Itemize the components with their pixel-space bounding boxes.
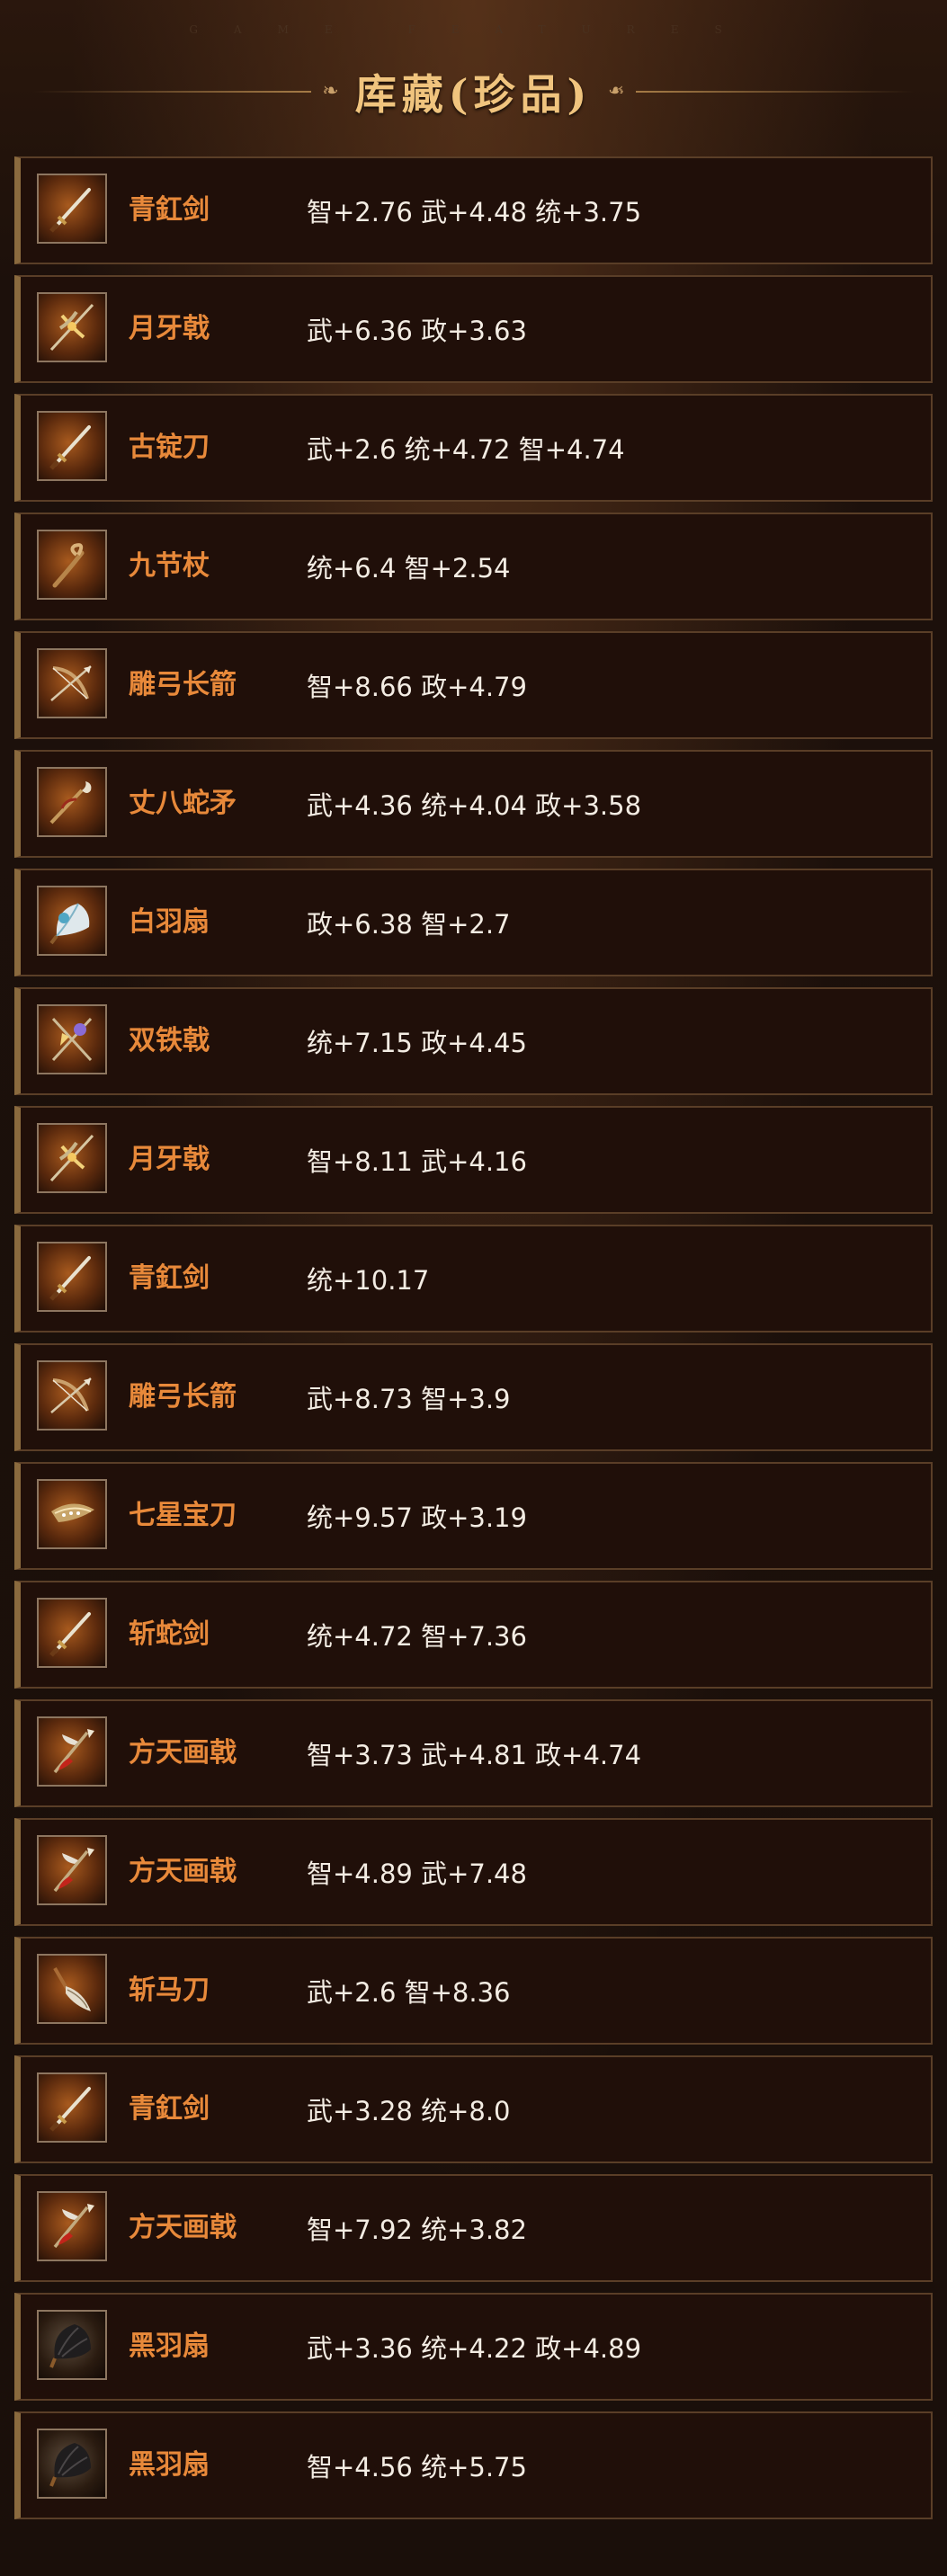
- treasure-row[interactable]: 白羽扇 政+6.38 智+2.7: [14, 869, 933, 976]
- treasure-stats: 智+4.89 武+7.48: [307, 1858, 527, 1889]
- treasure-row[interactable]: 黑羽扇 智+4.56 统+5.75: [14, 2411, 933, 2519]
- title-divider-left: [32, 91, 312, 93]
- treasure-list: 青釭剑 智+2.76 武+4.48 统+3.75 月牙戟 武+6.36 政+3.…: [14, 156, 934, 2530]
- treasure-stats: 武+6.36 政+3.63: [307, 316, 527, 346]
- header: GAME FEATURES ❧ 库藏(珍品) ❧: [0, 0, 947, 144]
- treasure-stats: 武+2.6 智+8.36: [307, 1977, 511, 2008]
- treasure-row[interactable]: 雕弓长箭 武+8.73 智+3.9: [14, 1343, 933, 1451]
- treasure-name: 七星宝刀: [129, 1500, 237, 1531]
- treasure-stats: 武+3.28 统+8.0: [307, 2096, 511, 2126]
- treasure-row[interactable]: 斩蛇剑 统+4.72 智+7.36: [14, 1581, 933, 1689]
- treasure-stats: 智+7.92 统+3.82: [307, 2215, 527, 2245]
- treasure-name: 方天画戟: [129, 2212, 237, 2243]
- treasure-row[interactable]: 青釭剑 武+3.28 统+8.0: [14, 2055, 933, 2163]
- treasure-row[interactable]: 黑羽扇 武+3.36 统+4.22 政+4.89: [14, 2293, 933, 2401]
- treasure-name: 青釭剑: [129, 2093, 210, 2125]
- sky-halberd-icon: [37, 1716, 107, 1787]
- sky-halberd-icon: [37, 1835, 107, 1905]
- treasure-stats: 智+2.76 武+4.48 统+3.75: [307, 197, 642, 227]
- treasure-stats: 智+3.73 武+4.81 政+4.74: [307, 1740, 642, 1770]
- treasure-row[interactable]: 双铁戟 统+7.15 政+4.45: [14, 987, 933, 1095]
- white-fan-icon: [37, 886, 107, 956]
- serpent-spear-icon: [37, 767, 107, 837]
- bow-icon: [37, 1360, 107, 1431]
- treasure-row[interactable]: 青釭剑 智+2.76 武+4.48 统+3.75: [14, 156, 933, 264]
- treasure-name: 斩蛇剑: [129, 1618, 210, 1650]
- crescent-halberd-icon: [37, 292, 107, 362]
- treasure-stats: 武+2.6 统+4.72 智+4.74: [307, 434, 625, 465]
- treasure-name: 双铁戟: [129, 1025, 210, 1056]
- treasure-row[interactable]: 方天画戟 智+4.89 武+7.48: [14, 1818, 933, 1926]
- header-subtitle: GAME FEATURES: [189, 23, 758, 36]
- treasure-stats: 统+4.72 智+7.36: [307, 1621, 527, 1652]
- treasure-name: 古锭刀: [129, 432, 210, 463]
- treasure-row[interactable]: 古锭刀 武+2.6 统+4.72 智+4.74: [14, 394, 933, 502]
- treasure-name: 青釭剑: [129, 194, 210, 226]
- scroll-ornament-icon: ❧: [322, 80, 339, 103]
- treasure-name: 九节杖: [129, 550, 210, 582]
- treasure-row[interactable]: 九节杖 统+6.4 智+2.54: [14, 513, 933, 620]
- black-fan-icon: [37, 2310, 107, 2380]
- seven-star-blade-icon: [37, 1479, 107, 1549]
- staff-icon: [37, 530, 107, 600]
- treasure-stats: 统+10.17: [307, 1265, 430, 1296]
- treasure-name: 斩马刀: [129, 1974, 210, 2006]
- treasure-row[interactable]: 七星宝刀 统+9.57 政+3.19: [14, 1462, 933, 1570]
- title-divider-right: [635, 91, 915, 93]
- horse-blade-icon: [37, 1954, 107, 2024]
- sword-icon: [37, 1242, 107, 1312]
- black-fan-icon: [37, 2429, 107, 2499]
- treasure-stats: 智+8.11 武+4.16: [307, 1146, 527, 1177]
- treasure-row[interactable]: 雕弓长箭 智+8.66 政+4.79: [14, 631, 933, 739]
- treasure-stats: 政+6.38 智+2.7: [307, 909, 511, 940]
- treasure-stats: 统+6.4 智+2.54: [307, 553, 511, 584]
- treasure-row[interactable]: 月牙戟 智+8.11 武+4.16: [14, 1106, 933, 1214]
- page: GAME FEATURES ❧ 库藏(珍品) ❧ 青釭剑 智+2.76 武+4.…: [0, 0, 947, 2576]
- treasure-name: 黑羽扇: [129, 2331, 210, 2362]
- treasure-name: 方天画戟: [129, 1856, 237, 1887]
- sword-icon: [37, 2072, 107, 2143]
- treasure-name: 黑羽扇: [129, 2449, 210, 2481]
- treasure-row[interactable]: 方天画戟 智+7.92 统+3.82: [14, 2174, 933, 2282]
- treasure-stats: 武+8.73 智+3.9: [307, 1384, 511, 1414]
- treasure-stats: 统+7.15 政+4.45: [307, 1028, 527, 1058]
- double-halberd-icon: [37, 1004, 107, 1074]
- treasure-stats: 智+8.66 政+4.79: [307, 672, 527, 702]
- treasure-name: 雕弓长箭: [129, 669, 237, 700]
- sword-icon: [37, 174, 107, 244]
- treasure-name: 白羽扇: [129, 906, 210, 938]
- treasure-name: 丈八蛇矛: [129, 788, 237, 819]
- treasure-name: 雕弓长箭: [129, 1381, 237, 1413]
- scroll-ornament-icon: ❧: [608, 80, 625, 103]
- sword-icon: [37, 411, 107, 481]
- sword-icon: [37, 1598, 107, 1668]
- treasure-stats: 武+4.36 统+4.04 政+3.58: [307, 790, 642, 821]
- title-row: ❧ 库藏(珍品) ❧: [0, 65, 947, 119]
- page-title: 库藏(珍品): [354, 70, 593, 119]
- bow-icon: [37, 648, 107, 718]
- crescent-halberd-icon: [37, 1123, 107, 1193]
- treasure-name: 青釭剑: [129, 1262, 210, 1294]
- treasure-name: 月牙戟: [129, 313, 210, 344]
- treasure-row[interactable]: 斩马刀 武+2.6 智+8.36: [14, 1937, 933, 2045]
- treasure-name: 月牙戟: [129, 1144, 210, 1175]
- treasure-name: 方天画戟: [129, 1737, 237, 1769]
- sky-halberd-icon: [37, 2191, 107, 2261]
- treasure-stats: 统+9.57 政+3.19: [307, 1502, 527, 1533]
- treasure-stats: 武+3.36 统+4.22 政+4.89: [307, 2333, 642, 2364]
- treasure-stats: 智+4.56 统+5.75: [307, 2452, 527, 2482]
- treasure-row[interactable]: 丈八蛇矛 武+4.36 统+4.04 政+3.58: [14, 750, 933, 858]
- treasure-row[interactable]: 青釭剑 统+10.17: [14, 1225, 933, 1333]
- treasure-row[interactable]: 月牙戟 武+6.36 政+3.63: [14, 275, 933, 383]
- treasure-row[interactable]: 方天画戟 智+3.73 武+4.81 政+4.74: [14, 1699, 933, 1807]
